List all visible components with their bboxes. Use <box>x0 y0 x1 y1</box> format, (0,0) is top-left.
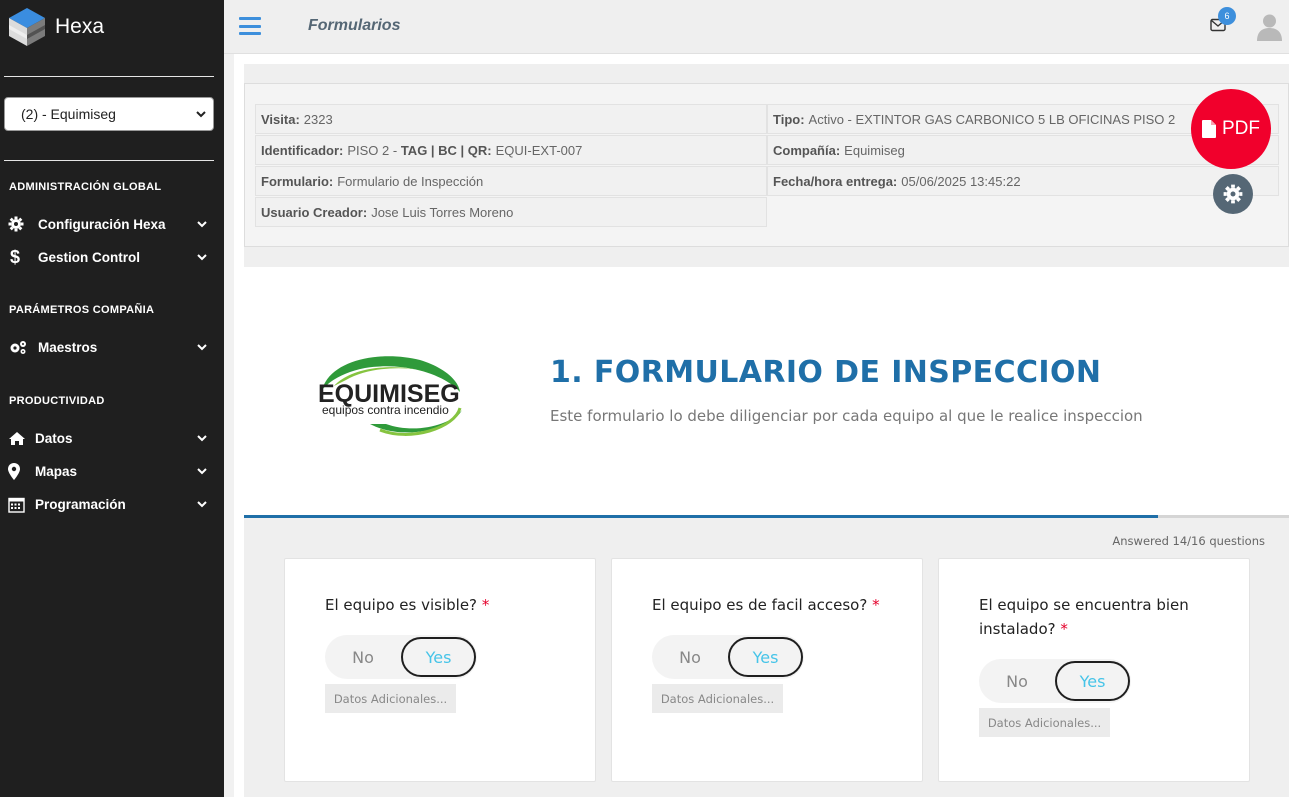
answered-count: Answered 14/16 questions <box>1112 534 1265 548</box>
calendar-icon <box>8 495 28 513</box>
required-marker: * <box>872 596 880 614</box>
visit-info-card: Visita: 2323 Identificador: PISO 2 - TAG |… <box>244 83 1289 247</box>
brand[interactable]: Hexa <box>0 0 224 54</box>
question-card: El equipo es visible? * No Yes Datos Adi… <box>284 558 596 782</box>
chevron-down-icon <box>196 111 206 118</box>
form-description: Este formulario lo debe diligenciar por … <box>550 407 1143 425</box>
sidebar-divider <box>4 76 214 77</box>
sidebar-item-configuracion[interactable]: Configuración Hexa <box>8 212 208 236</box>
equimiseg-logo: EQUIMISEG equipos contra incendio <box>318 356 462 436</box>
datos-adicionales-button[interactable]: Datos Adicionales... <box>325 684 456 713</box>
question-title: El equipo es visible? * <box>325 596 490 614</box>
required-marker: * <box>481 596 490 614</box>
section-parametros-compania: PARÁMETROS COMPAÑIA <box>9 304 155 316</box>
required-marker: * <box>1060 620 1068 638</box>
pdf-button-label: PDF <box>1222 118 1260 139</box>
user-avatar-icon[interactable] <box>1257 13 1282 41</box>
menu-toggle-icon[interactable] <box>239 17 261 35</box>
sidebar-divider <box>4 160 214 161</box>
chevron-down-icon <box>197 468 207 475</box>
sidebar-item-label: Configuración Hexa <box>38 216 166 232</box>
chevron-down-icon <box>197 435 207 442</box>
info-identificador: Identificador: PISO 2 - TAG | BC | QR: EQU… <box>255 135 767 165</box>
question-title: El equipo se encuentra bien instalado? * <box>979 596 1189 638</box>
brand-name: Hexa <box>55 15 105 38</box>
option-yes-selected[interactable]: Yes <box>401 637 476 677</box>
question-card: El equipo es de facil acceso? * No Yes D… <box>611 558 923 782</box>
sidebar-item-datos[interactable]: Datos <box>8 426 208 450</box>
file-icon <box>1202 120 1216 138</box>
sidebar-item-mapas[interactable]: Mapas <box>8 459 208 483</box>
topbar: Formularios 6 <box>224 0 1289 54</box>
sidebar-item-label: Maestros <box>38 339 98 355</box>
info-usuario-creador: Usuario Creador: Jose Luis Torres Moreno <box>255 197 767 227</box>
sidebar-item-programacion[interactable]: Programación <box>8 492 208 516</box>
option-no[interactable]: No <box>652 635 728 679</box>
info-formulario: Formulario: Formulario de Inspección <box>255 166 767 196</box>
option-no[interactable]: No <box>325 635 401 679</box>
sidebar: Hexa (2) - Equimiseg ADMINISTRACIÓN GLOB… <box>0 0 224 797</box>
info-visita: Visita: 2323 <box>255 104 767 134</box>
gear-icon <box>8 215 28 233</box>
sidebar-item-gestion-control[interactable]: $ Gestion Control <box>8 245 208 269</box>
chevron-down-icon <box>197 221 207 228</box>
form-title: 1. FORMULARIO DE INSPECCION <box>550 355 1102 390</box>
home-icon <box>8 429 28 447</box>
chevron-down-icon <box>197 254 207 261</box>
sidebar-item-label: Mapas <box>35 463 78 479</box>
question-card: El equipo se encuentra bien instalado? *… <box>938 558 1250 782</box>
yes-no-toggle[interactable]: No Yes <box>652 635 804 679</box>
sidebar-item-label: Programación <box>35 496 126 512</box>
yes-no-toggle[interactable]: No Yes <box>325 635 477 679</box>
company-select[interactable]: (2) - Equimiseg <box>4 97 214 131</box>
mail-count-badge: 6 <box>1218 7 1236 25</box>
chevron-down-icon <box>197 501 207 508</box>
map-marker-icon <box>8 462 28 480</box>
page-title: Formularios <box>308 17 401 34</box>
datos-adicionales-button[interactable]: Datos Adicionales... <box>652 684 783 713</box>
question-title: El equipo es de facil acceso? * <box>652 596 880 614</box>
option-yes-selected[interactable]: Yes <box>1055 661 1130 701</box>
chevron-down-icon <box>197 344 207 351</box>
option-no[interactable]: No <box>979 659 1055 703</box>
questions-area: Answered 14/16 questions El equipo es vi… <box>244 518 1289 797</box>
sidebar-item-label: Gestion Control <box>38 249 140 265</box>
yes-no-toggle[interactable]: No Yes <box>979 659 1131 703</box>
gears-icon <box>8 338 28 356</box>
gear-icon <box>1223 184 1243 204</box>
visit-info-panel: Visita: 2323 Identificador: PISO 2 - TAG |… <box>244 64 1289 267</box>
content-gutter <box>224 54 234 797</box>
hexa-logo-icon <box>9 8 45 46</box>
sidebar-item-maestros[interactable]: Maestros <box>8 335 208 359</box>
section-admin-global: ADMINISTRACIÓN GLOBAL <box>9 181 162 193</box>
dollar-icon: $ <box>10 246 21 267</box>
pdf-button[interactable]: PDF <box>1191 89 1271 169</box>
form-header: EQUIMISEG equipos contra incendio 1. FOR… <box>244 267 1289 517</box>
option-yes-selected[interactable]: Yes <box>728 637 803 677</box>
company-select-value: (2) - Equimiseg <box>21 106 116 122</box>
settings-button[interactable] <box>1213 174 1253 214</box>
sidebar-item-label: Datos <box>35 430 73 446</box>
datos-adicionales-button[interactable]: Datos Adicionales... <box>979 708 1110 737</box>
section-productividad: PRODUCTIVIDAD <box>9 395 105 407</box>
logo-subtext: equipos contra incendio <box>322 403 449 417</box>
info-fecha-entrega: Fecha/hora entrega: 05/06/2025 13:45:22 <box>767 166 1279 196</box>
